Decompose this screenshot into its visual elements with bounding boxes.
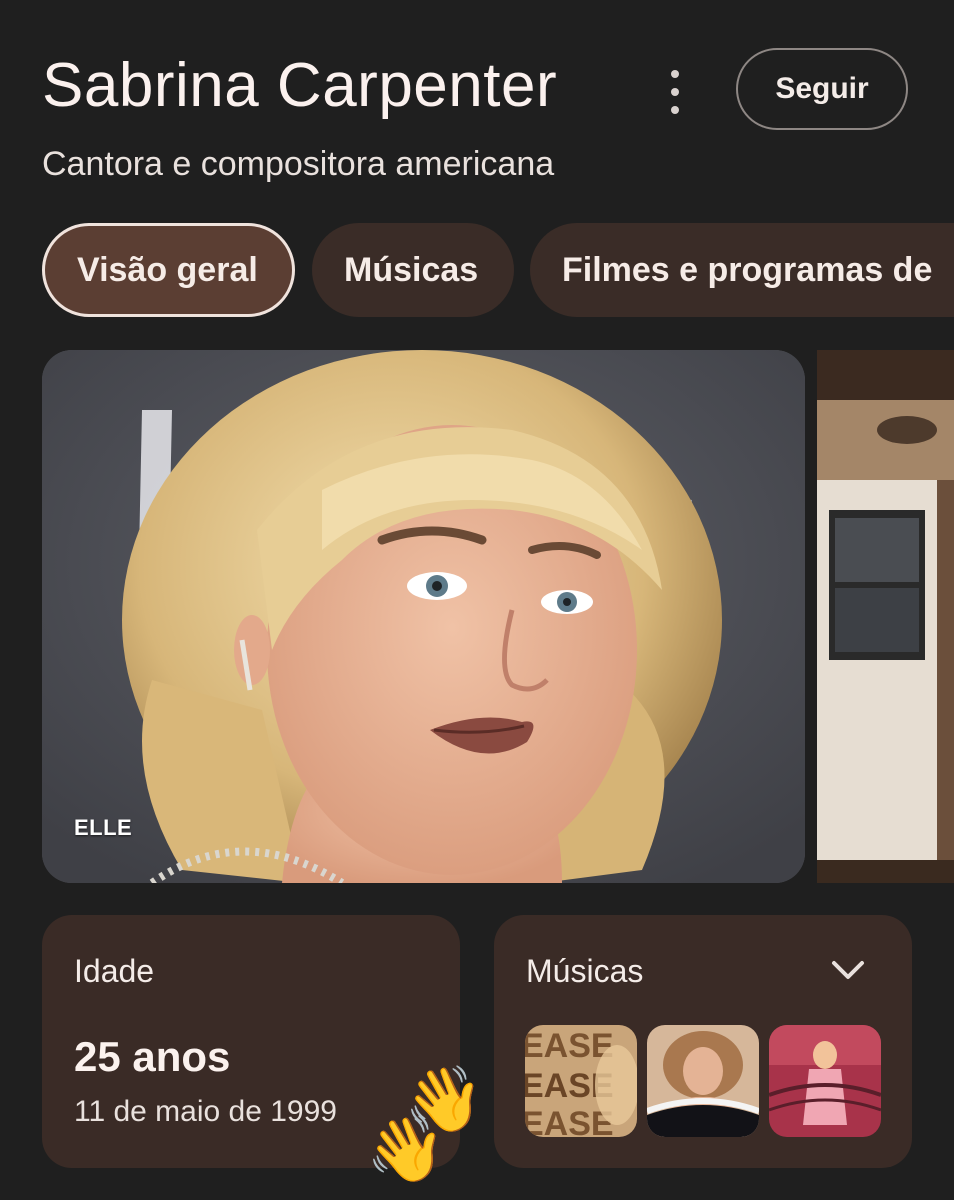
portrait-illustration xyxy=(42,350,805,883)
tab-overview[interactable]: Visão geral xyxy=(42,223,295,317)
tab-music[interactable]: Músicas xyxy=(312,223,514,317)
album-thumbnail-1[interactable]: EASE EASE EASE xyxy=(525,1025,637,1137)
album-cover-easy: EASE EASE EASE xyxy=(525,1025,637,1137)
dot xyxy=(671,70,679,78)
chevron-down-icon[interactable] xyxy=(828,955,868,985)
waving-hand-icon: 👋 xyxy=(366,1113,446,1187)
age-label: Idade xyxy=(74,953,155,989)
follow-button[interactable]: Seguir xyxy=(736,48,908,130)
image-source-label: ELLE xyxy=(74,815,133,840)
album-cover-portrait xyxy=(647,1025,759,1137)
album-thumbnail-3[interactable] xyxy=(769,1025,881,1137)
age-value: 25 anos xyxy=(74,1033,231,1080)
album-cover-concert xyxy=(769,1025,881,1137)
more-options-icon[interactable] xyxy=(660,70,690,114)
main-photo[interactable]: ELLE xyxy=(42,350,805,883)
page-title: Sabrina Carpenter xyxy=(42,51,558,120)
secondary-photo[interactable] xyxy=(817,350,954,883)
tab-bar: Visão geral Músicas Filmes e programas d… xyxy=(42,223,954,317)
image-carousel: ELLE xyxy=(42,350,954,883)
dot xyxy=(671,88,679,96)
birth-date: 11 de maio de 1999 xyxy=(74,1095,337,1128)
tab-movies-shows[interactable]: Filmes e programas de xyxy=(530,223,954,317)
entity-subtitle: Cantora e compositora americana xyxy=(42,145,555,183)
music-card[interactable]: Músicas EASE EASE EASE xyxy=(494,915,912,1168)
music-label: Músicas xyxy=(526,953,644,989)
album-thumbnail-2[interactable] xyxy=(647,1025,759,1137)
room-illustration xyxy=(817,350,954,883)
dot xyxy=(671,106,679,114)
